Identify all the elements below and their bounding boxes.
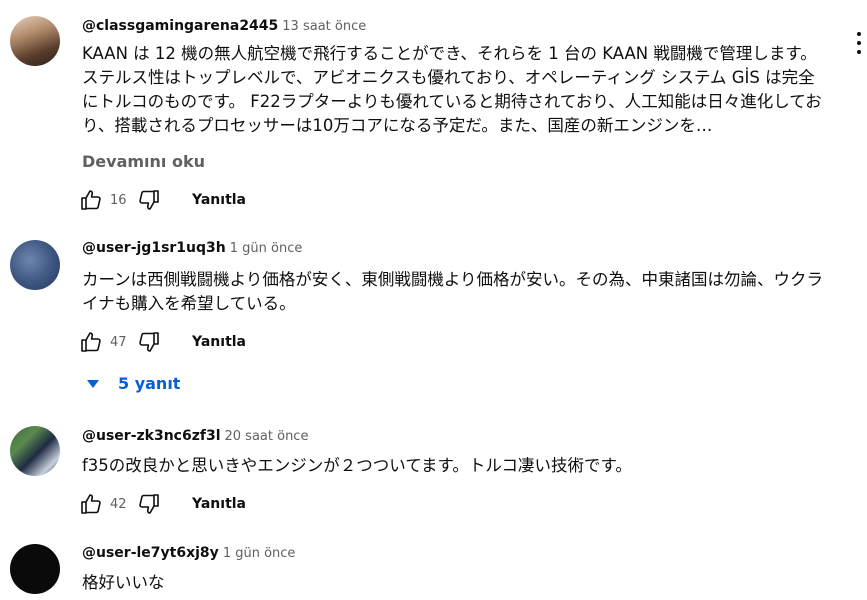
comment-author[interactable]: @user-jg1sr1uq3h: [82, 240, 226, 256]
comment-time[interactable]: 1 gün önce: [223, 546, 296, 561]
thumb-down-icon[interactable]: [136, 329, 162, 355]
comment-actions: 42 Yanıtla: [78, 490, 246, 518]
like-count: 42: [110, 496, 127, 512]
comment-text: f35の改良かと思いきやエンジンが２つついてます。トルコ凄い技術です。: [82, 456, 632, 475]
replies-count: 5 yanıt: [118, 374, 181, 393]
thumb-up-icon[interactable]: [78, 329, 104, 355]
comment-header: @user-jg1sr1uq3h 1 gün önce: [82, 240, 302, 256]
avatar[interactable]: [10, 16, 60, 66]
comment-text: 格好いいな: [82, 573, 165, 592]
like-count: 16: [110, 192, 127, 208]
comment-text: KAAN は 12 機の無人航空機で飛行することができ、それらを 1 台の KA…: [82, 44, 822, 135]
reply-button[interactable]: Yanıtla: [192, 192, 246, 208]
reply-button[interactable]: Yanıtla: [192, 496, 246, 512]
view-replies-button[interactable]: 5 yanıt: [86, 374, 180, 393]
avatar[interactable]: [10, 544, 60, 594]
thumb-down-icon[interactable]: [136, 187, 162, 213]
comment-actions: 47 Yanıtla: [78, 328, 246, 356]
comment-author[interactable]: @classgamingarena2445: [82, 18, 278, 34]
comment-header: @classgamingarena2445 13 saat önce: [82, 18, 366, 34]
comment-header: @user-le7yt6xj8y 1 gün önce: [82, 545, 295, 561]
comment-actions: 16 Yanıtla: [78, 186, 246, 214]
comment-header: @user-zk3nc6zf3l 20 saat önce: [82, 428, 308, 444]
reply-button[interactable]: Yanıtla: [192, 334, 246, 350]
avatar[interactable]: [10, 426, 60, 476]
like-count: 47: [110, 334, 127, 350]
comment-text: カーンは西側戦闘機より価格が安く、東側戦闘機より価格が安い。その為、中東諸国は勿…: [82, 270, 824, 313]
avatar[interactable]: [10, 240, 60, 290]
comment-author[interactable]: @user-le7yt6xj8y: [82, 545, 219, 561]
comment-time[interactable]: 13 saat önce: [282, 19, 366, 34]
more-vert-icon[interactable]: [853, 32, 865, 54]
thumb-up-icon[interactable]: [78, 491, 104, 517]
thumb-up-icon[interactable]: [78, 187, 104, 213]
comment-time[interactable]: 1 gün önce: [230, 241, 303, 256]
comment-time[interactable]: 20 saat önce: [225, 429, 309, 444]
read-more-button[interactable]: Devamını oku: [82, 152, 205, 171]
thumb-down-icon[interactable]: [136, 491, 162, 517]
comment-author[interactable]: @user-zk3nc6zf3l: [82, 428, 221, 444]
arrow-drop-down-icon: [86, 379, 108, 389]
